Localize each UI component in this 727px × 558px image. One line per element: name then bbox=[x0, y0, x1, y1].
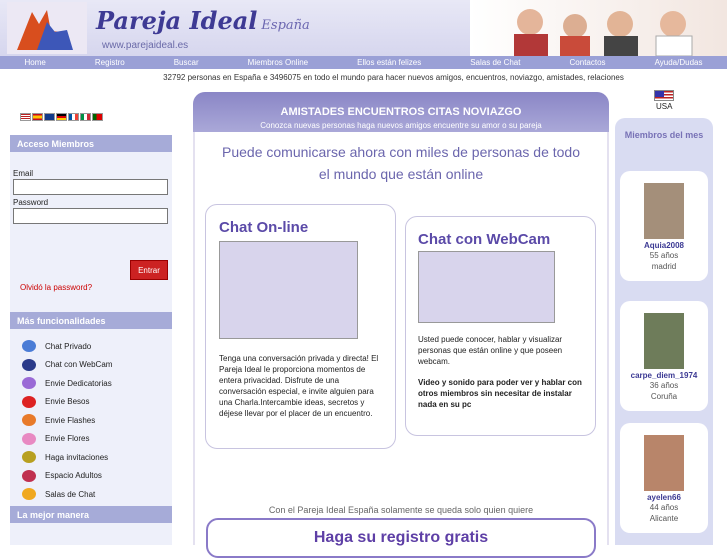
list-item[interactable]: Chat Privado bbox=[22, 337, 172, 356]
member-city: madrid bbox=[651, 262, 677, 271]
member-card[interactable]: carpe_diem_1974 36 años Coruña bbox=[620, 301, 708, 411]
site-url: www.parejaideal.es bbox=[102, 40, 189, 51]
member-photo[interactable] bbox=[644, 313, 684, 369]
list-item[interactable]: Salas de Chat bbox=[22, 485, 172, 504]
nav-contactos[interactable]: Contactos bbox=[570, 58, 606, 67]
nav-salas-chat[interactable]: Salas de Chat bbox=[470, 58, 520, 67]
intro-text: Puede comunicarse ahora con miles de per… bbox=[222, 144, 580, 182]
webcam-text-2: Video y sonido para poder ver y hablar c… bbox=[418, 378, 582, 409]
webcam-text: Usted puede conocer, hablar y visualizar… bbox=[418, 335, 563, 366]
language-flags bbox=[20, 113, 103, 121]
main-content: Puede comunicarse ahora con miles de per… bbox=[195, 132, 607, 558]
list-item[interactable]: Espacio Adultos bbox=[22, 467, 172, 486]
adult-icon bbox=[22, 469, 36, 482]
list-item[interactable]: Haga invitaciones bbox=[22, 448, 172, 467]
nav-registro[interactable]: Registro bbox=[95, 58, 125, 67]
list-item[interactable]: Envie Dedicatorias bbox=[22, 374, 172, 393]
nav-home[interactable]: Home bbox=[25, 58, 46, 67]
banner-title: AMISTADES ENCUENTROS CITAS NOVIAZGO bbox=[280, 106, 522, 118]
chat-screenshot[interactable] bbox=[219, 241, 358, 339]
member-age: 44 años bbox=[649, 503, 679, 512]
webcam-title[interactable]: Chat con WebCam bbox=[418, 231, 595, 248]
list-item[interactable]: Chat con WebCam bbox=[22, 356, 172, 375]
login-box: Email Password Entrar Olvidó la password… bbox=[10, 155, 172, 312]
member-age: 55 años bbox=[649, 251, 679, 260]
usa-flag-icon[interactable] bbox=[654, 90, 674, 101]
flag-spain-icon[interactable] bbox=[32, 113, 43, 121]
main-panel: AMISTADES ENCUENTROS CITAS NOVIAZGO Cono… bbox=[193, 92, 609, 558]
webcam-card: Chat con WebCam Usted puede conocer, hab… bbox=[405, 216, 596, 436]
nav-ayuda[interactable]: Ayuda/Dudas bbox=[655, 58, 703, 67]
email-field[interactable] bbox=[13, 179, 168, 195]
brand-country: España bbox=[261, 18, 310, 33]
member-card[interactable]: ayelen66 44 años Alicante bbox=[620, 423, 708, 533]
webcam-screenshot[interactable] bbox=[418, 251, 555, 323]
nav-buscar[interactable]: Buscar bbox=[174, 58, 199, 67]
member-age: 36 años bbox=[649, 381, 679, 390]
email-label: Email bbox=[13, 169, 34, 178]
register-button[interactable]: Haga su registro gratis bbox=[206, 518, 596, 558]
stats-line: 32792 personas en España e 3496075 en to… bbox=[163, 73, 624, 82]
member-photo[interactable] bbox=[644, 183, 684, 239]
flag-uk-icon[interactable] bbox=[44, 113, 55, 121]
flower-icon bbox=[22, 432, 36, 445]
main-banner: AMISTADES ENCUENTROS CITAS NOVIAZGO Cono… bbox=[193, 92, 609, 132]
main-nav: Home Registro Buscar Miembros Online Ell… bbox=[0, 56, 727, 69]
member-name[interactable]: Aquia2008 bbox=[620, 241, 708, 250]
flash-icon bbox=[22, 414, 36, 427]
more-features-title: Más funcionalidades bbox=[10, 312, 172, 329]
login-title: Acceso Miembros bbox=[10, 135, 172, 152]
member-photo[interactable] bbox=[644, 435, 684, 491]
chat-text: Tenga una conversación privada y directa… bbox=[219, 354, 379, 418]
flag-germany-icon[interactable] bbox=[56, 113, 67, 121]
chat-icon bbox=[22, 340, 36, 353]
flag-portugal-icon[interactable] bbox=[92, 113, 103, 121]
login-button[interactable]: Entrar bbox=[130, 260, 168, 280]
brand-name[interactable]: Pareja Ideal bbox=[96, 6, 257, 35]
chat-title[interactable]: Chat On-line bbox=[219, 219, 395, 236]
site-header: Pareja Ideal España www.parejaideal.es bbox=[0, 0, 727, 57]
invitation-icon bbox=[22, 451, 36, 464]
nav-miembros-online[interactable]: Miembros Online bbox=[248, 58, 308, 67]
chat-rooms-icon bbox=[22, 488, 36, 501]
member-city: Alicante bbox=[649, 514, 679, 523]
logo-cat-dog-icon[interactable] bbox=[7, 2, 87, 54]
best-way-title: La mejor manera bbox=[10, 506, 172, 523]
password-field[interactable] bbox=[13, 208, 168, 224]
password-label: Password bbox=[13, 198, 49, 207]
banner-subtitle: Conozca nuevas personas haga nuevos amig… bbox=[260, 121, 542, 130]
left-sidebar: Acceso Miembros Email Password Entrar Ol… bbox=[10, 135, 172, 545]
list-item[interactable]: Envie Flashes bbox=[22, 411, 172, 430]
forgot-password-link[interactable]: Olvidó la password? bbox=[20, 283, 92, 292]
kiss-icon bbox=[22, 395, 36, 408]
member-card[interactable]: Aquia2008 55 años madrid bbox=[620, 171, 708, 281]
list-item[interactable]: Envie Besos bbox=[22, 393, 172, 412]
member-name[interactable]: ayelen66 bbox=[620, 493, 708, 502]
flag-france-icon[interactable] bbox=[68, 113, 79, 121]
usa-label[interactable]: USA bbox=[656, 102, 672, 111]
members-title: Miembros del mes bbox=[624, 130, 704, 140]
flag-italy-icon[interactable] bbox=[80, 113, 91, 121]
members-of-month: Miembros del mes Aquia2008 55 años madri… bbox=[615, 118, 713, 545]
member-city: Coruña bbox=[650, 392, 678, 401]
nav-felizes[interactable]: Ellos están felizes bbox=[357, 58, 421, 67]
list-item[interactable]: Envie Flores bbox=[22, 430, 172, 449]
header-people-photo bbox=[470, 0, 727, 57]
footer-note: Con el Pareja Ideal España solamente se … bbox=[268, 505, 534, 515]
webcam-icon bbox=[22, 358, 36, 371]
member-name[interactable]: carpe_diem_1974 bbox=[620, 371, 708, 380]
flag-usa-icon[interactable] bbox=[20, 113, 31, 121]
chat-card: Chat On-line Tenga una conversación priv… bbox=[205, 204, 396, 449]
dedication-icon bbox=[22, 377, 36, 390]
feature-list: Chat Privado Chat con WebCam Envie Dedic… bbox=[10, 329, 172, 504]
